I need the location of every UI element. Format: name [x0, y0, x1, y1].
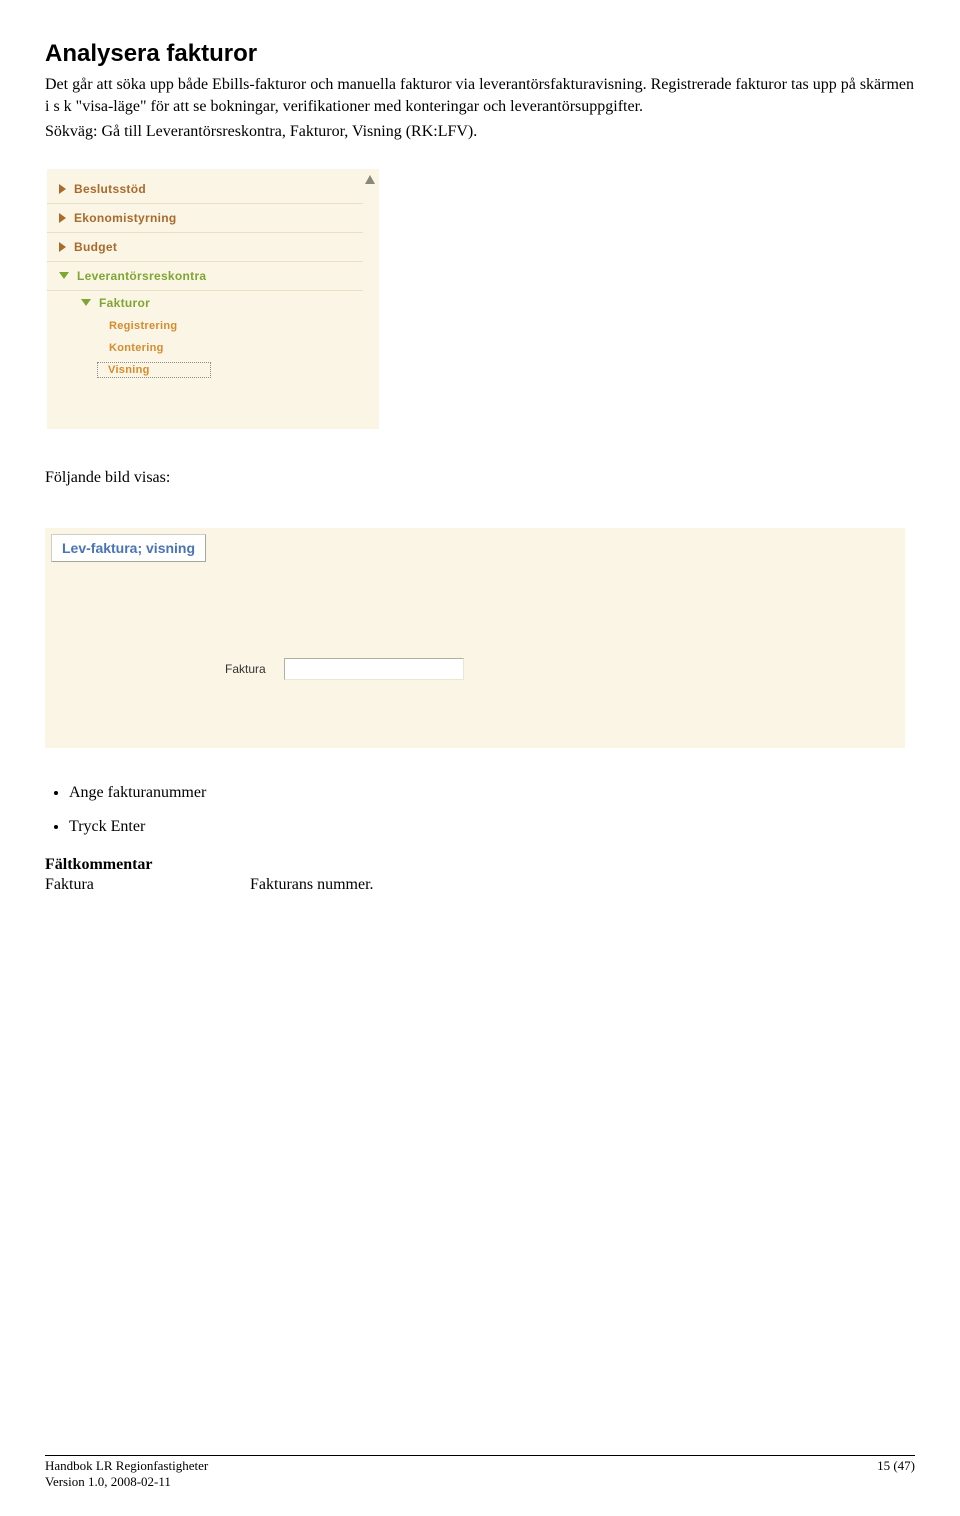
page-heading: Analysera fakturor [45, 40, 915, 68]
nav-item-label-selected: Visning [97, 362, 211, 378]
path-paragraph: Sökväg: Gå till Leverantörsreskontra, Fa… [45, 121, 915, 143]
following-image-text: Följande bild visas: [45, 467, 915, 489]
nav-list: Beslutsstöd Ekonomistyrning Budget Lever… [47, 175, 363, 381]
form-tab-title: Lev-faktura; visning [51, 534, 206, 562]
nav-subitem-fakturor[interactable]: Fakturor [47, 291, 363, 315]
faltkommentar-col1: Faktura [45, 876, 250, 894]
chevron-down-icon [59, 272, 69, 279]
faltkommentar-block: Fältkommentar Faktura Fakturans nummer. [45, 856, 915, 894]
nav-item-beslutsstod[interactable]: Beslutsstöd [47, 175, 363, 204]
footer-left-2: Version 1.0, 2008-02-11 [45, 1474, 915, 1490]
faktura-label: Faktura [225, 662, 266, 676]
nav-item-leverantorsreskontra[interactable]: Leverantörsreskontra [47, 262, 363, 291]
nav-leaf-registrering[interactable]: Registrering [47, 315, 363, 337]
faltkommentar-col2: Fakturans nummer. [250, 876, 374, 894]
faktura-input[interactable] [284, 658, 464, 680]
nav-leaf-visning[interactable]: Visning [47, 359, 363, 381]
footer-divider [45, 1455, 915, 1456]
nav-item-label: Beslutsstöd [74, 182, 146, 196]
chevron-right-icon [59, 213, 66, 223]
nav-item-label: Kontering [109, 342, 164, 354]
nav-item-label: Budget [74, 240, 117, 254]
intro-paragraph-1: Det går att söka upp både Ebills-fakturo… [45, 74, 915, 117]
instruction-item: Tryck Enter [69, 818, 915, 836]
nav-item-budget[interactable]: Budget [47, 233, 363, 262]
nav-tree-screenshot: Beslutsstöd Ekonomistyrning Budget Lever… [45, 169, 379, 429]
chevron-right-icon [59, 184, 66, 194]
page-footer: Handbok LR Regionfastigheter 15 (47) Ver… [45, 1455, 915, 1490]
footer-right-1: 15 (47) [877, 1458, 915, 1474]
form-panel-screenshot: Lev-faktura; visning Faktura [45, 528, 905, 748]
nav-item-label: Fakturor [99, 296, 150, 310]
nav-item-ekonomistyrning[interactable]: Ekonomistyrning [47, 204, 363, 233]
nav-item-label: Ekonomistyrning [74, 211, 177, 225]
chevron-down-icon [81, 299, 91, 306]
instruction-list: Ange fakturanummer Tryck Enter [45, 784, 915, 836]
nav-leaf-kontering[interactable]: Kontering [47, 337, 363, 359]
chevron-right-icon [59, 242, 66, 252]
nav-item-label: Leverantörsreskontra [77, 269, 206, 283]
instruction-item: Ange fakturanummer [69, 784, 915, 802]
nav-item-label: Registrering [109, 320, 177, 332]
footer-left-1: Handbok LR Regionfastigheter [45, 1458, 208, 1474]
scroll-up-icon[interactable] [365, 175, 375, 184]
faltkommentar-title: Fältkommentar [45, 856, 915, 874]
faktura-field-row: Faktura [225, 658, 464, 680]
